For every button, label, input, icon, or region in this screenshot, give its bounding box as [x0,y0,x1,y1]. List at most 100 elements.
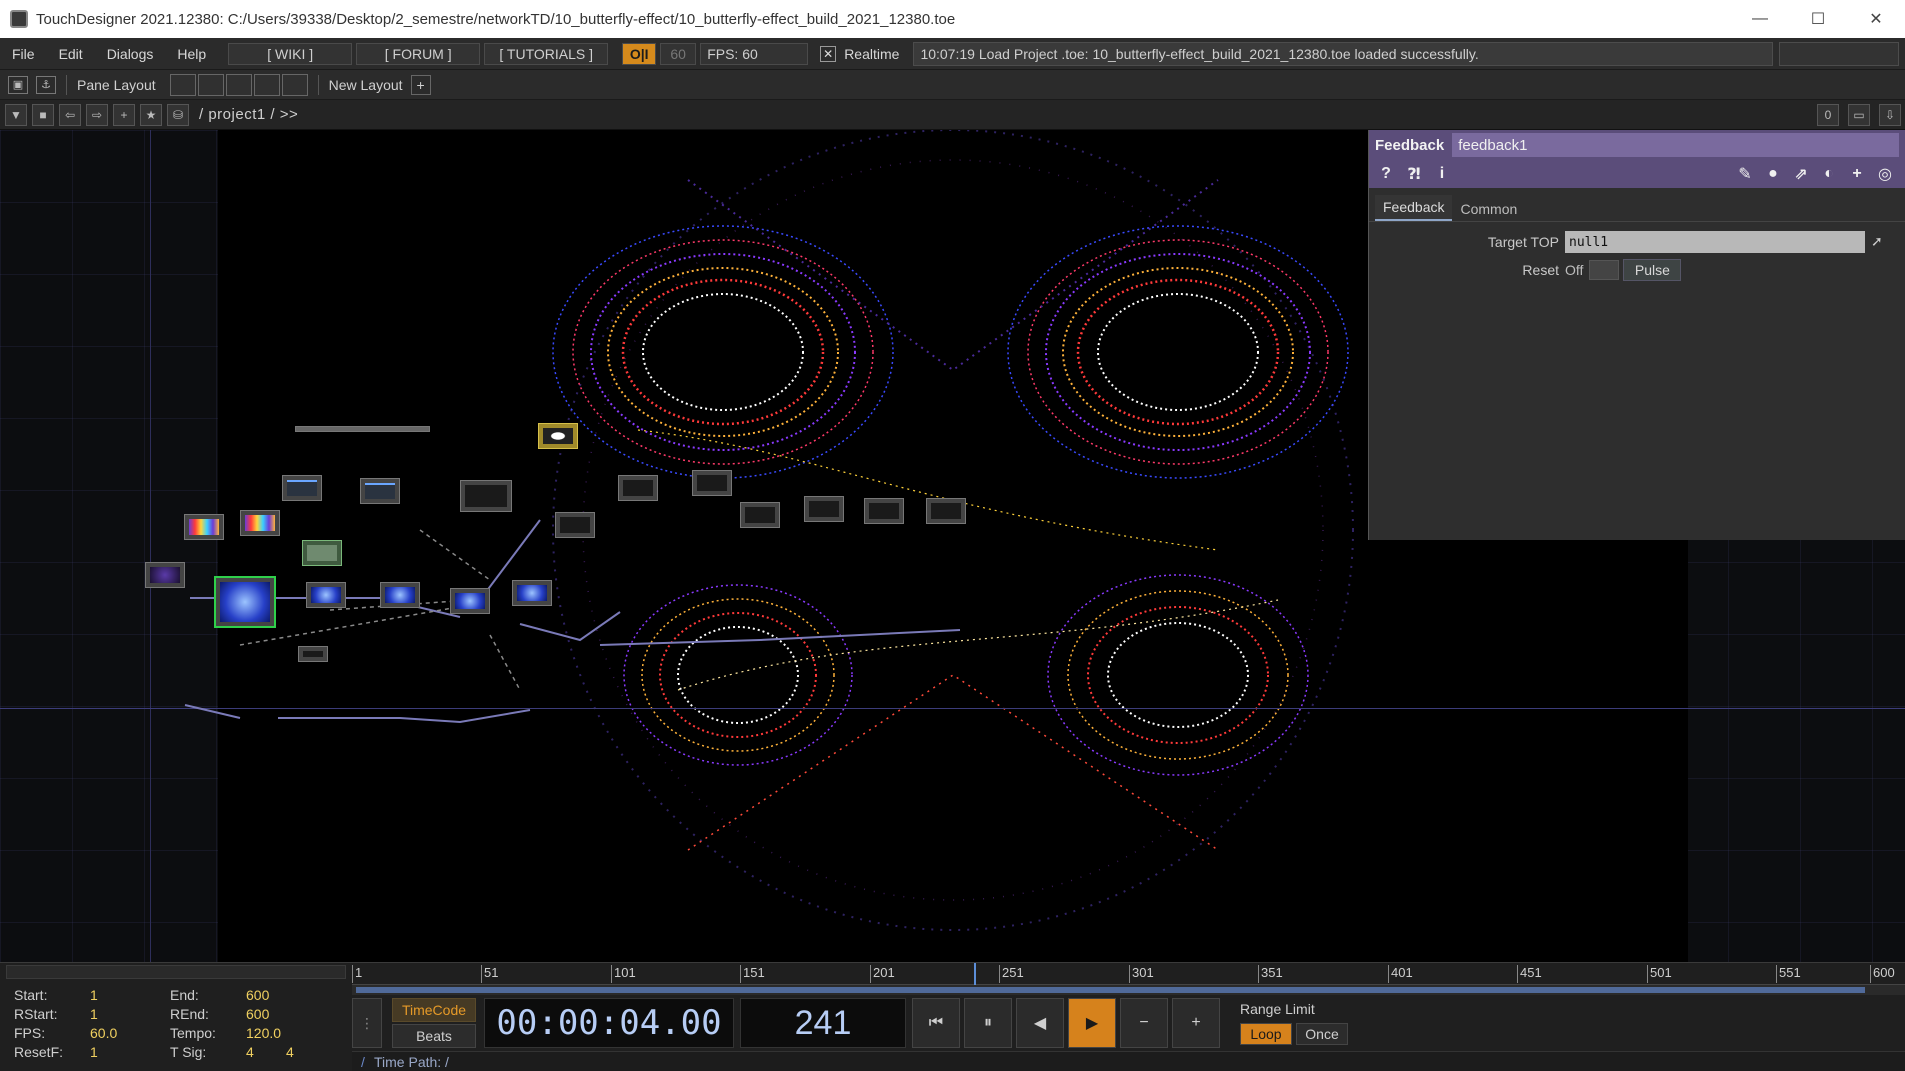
node-lfo-chop[interactable] [360,478,400,504]
node-geometry[interactable] [618,475,658,501]
reset-pulse-button[interactable]: Pulse [1623,259,1682,281]
forum-button[interactable]: [ FORUM ] [356,42,481,65]
target-top-field[interactable]: null1 [1565,231,1865,253]
node-ramp[interactable] [184,514,224,540]
add-layout-button[interactable]: + [410,74,431,95]
node-ramp2[interactable] [240,510,280,536]
beats-mode-button[interactable]: Beats [392,1024,476,1048]
node-displace[interactable] [306,582,346,608]
tab-common[interactable]: Common [1452,197,1525,221]
timecode-mode-button[interactable]: TimeCode [392,998,476,1022]
layout-split-vertical-button[interactable] [197,73,224,96]
timeline-handle-icon[interactable]: ⋮ [352,998,382,1048]
new-layout-label[interactable]: New Layout [329,77,403,93]
stop-icon[interactable]: ■ [32,103,54,126]
info-icon[interactable]: i [1431,163,1453,185]
tsig-numerator[interactable]: 4 [246,1044,286,1060]
layout-split-horizontal-button[interactable] [225,73,252,96]
save-icon[interactable]: ⛁ [167,103,189,126]
time-path[interactable]: Time Path: / [374,1054,449,1070]
node-noise-top[interactable] [145,562,185,588]
menu-file[interactable]: File [0,46,47,62]
rend-value[interactable]: 600 [246,1006,326,1022]
pause-icon[interactable]: ⏸ [964,998,1012,1048]
pane-menu-chevron-icon[interactable]: ▼ [5,103,27,126]
node-render[interactable] [555,512,595,538]
fps-value[interactable]: 60.0 [90,1025,170,1041]
node-null1[interactable] [512,580,552,606]
help-icon[interactable]: ? [1375,163,1397,185]
image-pane-icon[interactable]: ▣ [8,75,28,94]
network-pane-icon[interactable]: ⚓ [36,75,56,94]
end-value[interactable]: 600 [246,987,326,1003]
node-out[interactable] [926,498,966,524]
bookmark-star-icon[interactable]: ★ [140,103,162,126]
node-noise-chop[interactable] [282,475,322,501]
edit-pencil-icon[interactable]: ✎ [1734,163,1756,185]
node-constant[interactable] [295,426,430,432]
maximize-pane-icon[interactable]: ▭ [1848,103,1870,126]
resetf-value[interactable]: 1 [90,1044,170,1060]
fps-setting[interactable]: 60 [660,42,697,65]
node-comp[interactable] [740,502,780,528]
tab-feedback[interactable]: Feedback [1375,195,1453,221]
add-custom-param-icon[interactable]: + [1846,163,1868,185]
node-container[interactable] [538,423,578,449]
timecode-display[interactable]: 00:00:04.00 [484,998,734,1048]
minimize-button[interactable]: — [1731,0,1789,38]
node-script[interactable] [460,480,512,512]
timeline-scrollbar[interactable] [352,985,1905,995]
menu-edit[interactable]: Edit [47,46,95,62]
menu-dialogs[interactable]: Dialogs [95,46,166,62]
once-button[interactable]: Once [1296,1023,1348,1045]
rstart-value[interactable]: 1 [90,1006,170,1022]
menu-help[interactable]: Help [165,46,218,62]
layout-single-button[interactable] [169,73,196,96]
timeline-ruler[interactable]: 1 51 101 151 201 251 301 351 401 451 501… [352,963,1905,989]
cook-toggle-button[interactable]: O|I [622,42,657,65]
operator-picker-arrow-icon[interactable]: ➚ [1871,233,1889,251]
tsig-denominator[interactable]: 4 [286,1044,326,1060]
node-camera[interactable] [692,470,732,496]
close-button[interactable]: ✕ [1847,0,1905,38]
split-pane-icon[interactable]: ⇩ [1879,103,1901,126]
forward-arrow-icon[interactable]: ⇨ [86,103,108,126]
frame-display[interactable]: 241 [740,998,906,1048]
python-help-icon[interactable]: ⁈ [1403,163,1425,185]
settings-target-icon[interactable]: ◎ [1874,163,1896,185]
operator-name-field[interactable]: feedback1 [1452,133,1899,157]
wiki-button[interactable]: [ WIKI ] [228,42,353,65]
ruler-tick: 151 [740,965,765,983]
maximize-button[interactable]: ☐ [1789,0,1847,38]
rend-label: REnd: [170,1006,209,1022]
expand-icon[interactable]: ⇗ [1790,163,1812,185]
realtime-checkbox[interactable]: ✕ [820,45,837,62]
home-plus-icon[interactable]: + [113,103,135,126]
node-transform[interactable] [864,498,904,524]
ruler-tick: 101 [611,965,636,983]
play-forward-icon[interactable]: ▶ [1068,998,1116,1048]
step-back-button[interactable]: − [1120,998,1168,1048]
node-level[interactable] [804,496,844,522]
node-info[interactable] [302,540,342,566]
step-forward-button[interactable]: + [1172,998,1220,1048]
node-select[interactable] [298,646,328,662]
node-level-top[interactable] [450,588,490,614]
tempo-value[interactable]: 120.0 [246,1025,326,1041]
reset-toggle[interactable] [1589,260,1620,280]
rewind-icon[interactable]: ⏮ [912,998,960,1048]
layout-three-button[interactable] [253,73,280,96]
comment-icon[interactable]: ● [1762,163,1784,185]
loop-button[interactable]: Loop [1240,1023,1292,1045]
python-icon[interactable]: ◐ [1818,163,1840,185]
timeline-scroll-thumb[interactable] [356,987,1865,993]
start-value[interactable]: 1 [90,987,170,1003]
play-reverse-icon[interactable]: ◀ [1016,998,1064,1048]
network-path[interactable]: / project1 / >> [199,106,298,123]
tutorials-button[interactable]: [ TUTORIALS ] [484,42,609,65]
layout-quad-button[interactable] [281,73,308,96]
node-blur[interactable] [380,582,420,608]
pane-counter[interactable]: 0 [1817,103,1839,126]
node-feedback1[interactable] [214,576,276,628]
back-arrow-icon[interactable]: ⇦ [59,103,81,126]
